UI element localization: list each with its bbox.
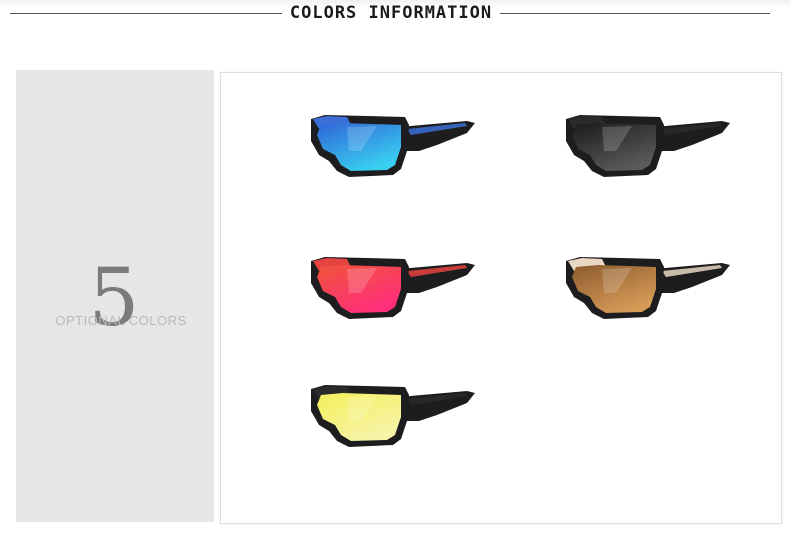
color-option-blue[interactable]: [307, 111, 479, 183]
sunglasses-blue-mirror-icon: [311, 115, 475, 177]
sunglasses-brown-icon: [566, 257, 730, 319]
color-option-brown[interactable]: [562, 253, 734, 325]
color-option-yellow[interactable]: [307, 381, 479, 453]
header-rule-left: [10, 13, 282, 14]
sunglasses-black-icon: [566, 115, 730, 177]
section-header: COLORS INFORMATION: [0, 0, 790, 30]
color-count-label: OPTIONAL COLORS: [55, 313, 187, 328]
color-option-black[interactable]: [562, 111, 734, 183]
header-rule-right: [500, 13, 770, 14]
section-title: COLORS INFORMATION: [289, 3, 493, 23]
color-count-panel: 5 OPTIONAL COLORS: [16, 70, 214, 522]
sunglasses-red-mirror-icon: [311, 257, 475, 319]
sunglasses-yellow-night-icon: [311, 385, 475, 447]
color-option-red[interactable]: [307, 253, 479, 325]
color-swatch-panel: [220, 72, 782, 524]
